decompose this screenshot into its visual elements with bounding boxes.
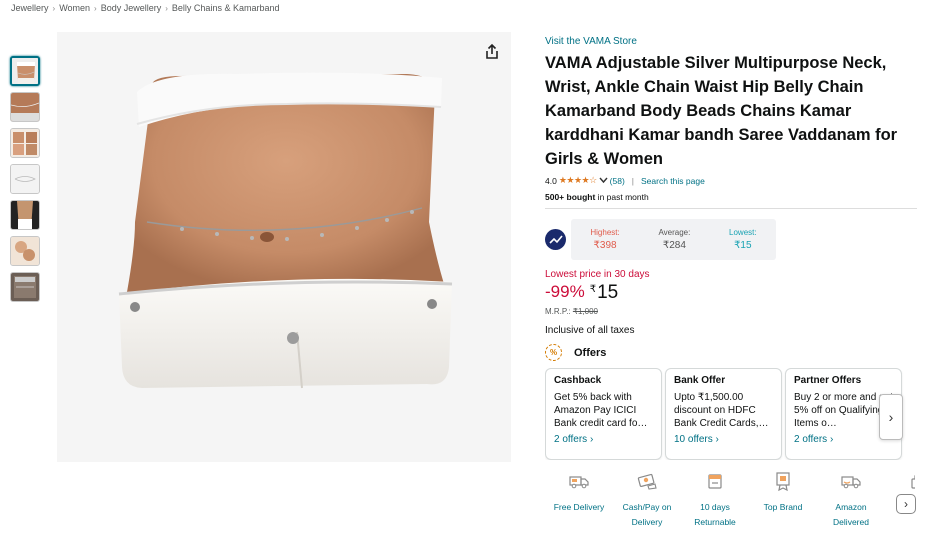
chevron-right-icon: › [165, 3, 168, 13]
mrp: M.R.P.: ₹1,000 [545, 307, 917, 316]
delivery-van-icon [569, 476, 589, 489]
feature-label: Free Delivery [553, 502, 605, 512]
main-product-image[interactable] [57, 32, 511, 462]
tax-note: Inclusive of all taxes [545, 325, 635, 336]
offers-next-button[interactable]: › [879, 394, 903, 440]
offer-card-cashback[interactable]: Cashback Get 5% back with Amazon Pay ICI… [545, 368, 662, 460]
star-rating-icon[interactable]: ★★★★☆ [559, 175, 597, 186]
cash-on-delivery-icon [637, 473, 657, 490]
discount-percent: -99% [545, 282, 585, 301]
search-page-link[interactable]: Search this page [641, 176, 705, 186]
deal-badge: Lowest price in 30 days [545, 269, 650, 280]
bought-info: 500+ bought in past month [545, 192, 917, 202]
highest-label: Highest: [590, 228, 620, 237]
breadcrumb-item-jewellery[interactable]: Jewellery [11, 3, 49, 13]
delivery-features: Free Delivery Cash/Pay on Delivery 10 da… [545, 470, 915, 533]
price-amount: 15 [597, 282, 619, 303]
product-details: Visit the VAMA Store VAMA Adjustable Sil… [545, 31, 917, 361]
price-average: Average: ₹284 [658, 228, 690, 251]
lowest-value: ₹15 [734, 240, 752, 251]
feature-cash-on-delivery[interactable]: Cash/Pay on Delivery [613, 470, 681, 533]
bought-period: in past month [595, 192, 649, 202]
breadcrumb: Jewellery › Women › Body Jewellery › Bel… [11, 3, 279, 13]
currency-symbol: ₹ [589, 284, 597, 295]
feature-label-line2: Delivery [631, 517, 663, 527]
rating-row: 4.0 ★★★★☆ (58) | Search this page [545, 175, 917, 186]
mrp-label: M.R.P.: [545, 307, 571, 316]
price-tracker-logo-icon[interactable] [545, 229, 566, 250]
offer-card-text: Upto ₹1,500.00 discount on HDFC Bank Cre… [674, 392, 769, 429]
thumbnail-6[interactable] [10, 236, 40, 266]
feature-label: Cash/Pay on [622, 502, 672, 512]
feature-label-line2: Delivered [833, 517, 869, 527]
return-box-icon [708, 474, 722, 489]
amazon-delivered-icon [841, 476, 861, 489]
top-brand-icon [776, 472, 790, 492]
share-icon[interactable] [483, 43, 501, 61]
divider: | [631, 175, 635, 186]
chevron-right-icon: › [888, 409, 894, 425]
price-highest: Highest: ₹398 [590, 228, 619, 251]
offers-carousel: Cashback Get 5% back with Amazon Pay ICI… [545, 368, 917, 460]
average-value: ₹284 [662, 240, 686, 251]
chevron-right-icon: › [904, 497, 908, 511]
price-history-box[interactable]: Highest: ₹398 Average: ₹284 Lowest: ₹15 [571, 219, 776, 260]
offer-card-link[interactable]: 2 offers › [554, 434, 653, 445]
store-link[interactable]: Visit the VAMA Store [545, 36, 637, 47]
offer-card-bank[interactable]: Bank Offer Upto ₹1,500.00 discount on HD… [665, 368, 782, 460]
price-tracker: Highest: ₹398 Average: ₹284 Lowest: ₹15 [545, 219, 917, 260]
thumbnail-5[interactable] [10, 200, 40, 230]
feature-label: Top Brand [763, 502, 803, 512]
chevron-right-icon: › [94, 3, 97, 13]
feature-top-brand[interactable]: Top Brand [749, 470, 817, 533]
chevron-right-icon: › [52, 3, 56, 13]
offer-card-text: Get 5% back with Amazon Pay ICICI Bank c… [554, 392, 648, 429]
offer-card-title: Partner Offers [794, 375, 862, 386]
feature-label: 10 days [700, 502, 730, 512]
thumbnail-2[interactable] [10, 92, 40, 122]
features-next-button[interactable]: › [896, 494, 916, 514]
chevron-down-icon[interactable] [599, 176, 608, 186]
offer-card-link[interactable]: 10 offers › [674, 434, 773, 445]
rating-count-link[interactable]: (58) [610, 176, 625, 186]
price-row: -99% ₹ 15 [545, 282, 917, 304]
breadcrumb-item-body-jewellery[interactable]: Body Jewellery [101, 3, 162, 13]
lowest-label: Lowest: [729, 228, 757, 237]
feature-amazon-delivered[interactable]: Amazon Delivered [817, 470, 885, 533]
offer-card-title: Bank Offer [674, 375, 726, 386]
thumbnail-strip [10, 56, 42, 308]
average-label: Average: [658, 228, 691, 237]
breadcrumb-item-belly-chains[interactable]: Belly Chains & Kamarband [172, 3, 280, 13]
feature-label-line2: Returnable [694, 517, 736, 527]
thumbnail-3[interactable] [10, 128, 40, 158]
feature-free-delivery[interactable]: Free Delivery [545, 470, 613, 533]
thumbnail-1[interactable] [10, 56, 40, 86]
feature-returnable[interactable]: 10 days Returnable [681, 470, 749, 533]
offer-card-title: Cashback [554, 375, 602, 386]
offers-header: % Offers [545, 344, 917, 361]
divider-line [545, 208, 917, 209]
rating-value: 4.0 [545, 175, 557, 186]
secure-transaction-icon [911, 475, 915, 489]
price-lowest: Lowest: ₹15 [729, 228, 757, 251]
mrp-value: ₹1,000 [572, 307, 598, 316]
feature-label: Amazon [835, 502, 867, 512]
bought-count: 500+ bought [545, 192, 596, 202]
offer-percent-icon: % [545, 344, 562, 361]
offers-title: Offers [574, 346, 607, 359]
highest-value: ₹398 [593, 240, 617, 251]
thumbnail-4[interactable] [10, 164, 40, 194]
breadcrumb-item-women[interactable]: Women [59, 3, 90, 13]
thumbnail-7[interactable] [10, 272, 40, 302]
product-title: VAMA Adjustable Silver Multipurpose Neck… [545, 54, 898, 168]
